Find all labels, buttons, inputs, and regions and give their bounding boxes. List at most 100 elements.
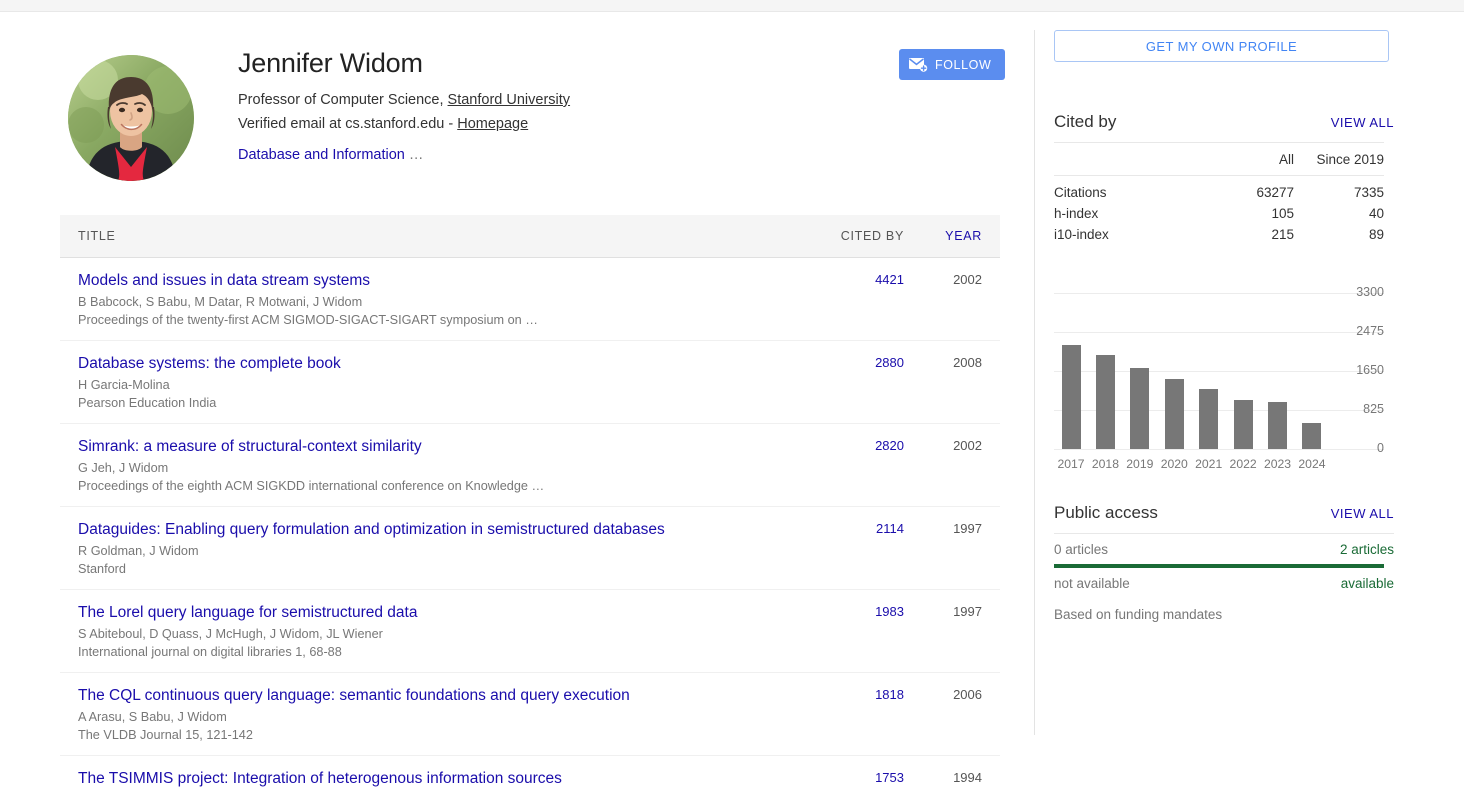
publication-year: 2008 [953,355,982,370]
chart-bar-slot [1226,293,1260,449]
table-row: The TSIMMIS project: Integration of hete… [60,756,1000,790]
get-my-own-profile-button[interactable]: GET MY OWN PROFILE [1054,30,1389,62]
chart-y-tick-label: 0 [1377,441,1384,455]
metric-value-all: 105 [1271,206,1294,221]
metric-label: h-index [1054,206,1099,221]
publication-year: 2006 [953,687,982,702]
publication-year: 1997 [953,521,982,536]
chart-bar-slot [1295,293,1329,449]
cited-by-table-body: Citations 63277 7335 h-index 105 40 i10-index 2… [1054,176,1384,246]
cited-by-table: All Since 2019 Citations 63277 7335 h-index… [1054,142,1384,245]
chart-x-tick-label[interactable]: 2017 [1054,457,1088,471]
publication-cited-by-count[interactable]: 1983 [794,602,904,661]
metrics-blank-header [1054,142,1204,176]
publication-year: 2002 [953,438,982,453]
metric-label: i10-index [1054,227,1109,242]
publications-list: Models and issues in data stream systems… [60,258,1000,790]
interest-link-database[interactable]: Database and Information [238,147,405,163]
chart-bar-slot [1192,293,1226,449]
column-header-all: All [1204,142,1294,176]
publication-title-link[interactable]: Simrank: a measure of structural-context… [78,436,782,457]
chart-bar[interactable] [1095,354,1115,449]
public-access-counts-row: 0 articles 2 articles [1054,533,1394,563]
public-access-title: Public access [1054,503,1158,522]
publication-details: Dataguides: Enabling query formulation a… [78,519,794,578]
chart-bar[interactable] [1130,367,1150,449]
publication-details: Simrank: a measure of structural-context… [78,436,794,495]
affiliation-link[interactable]: Stanford University [448,92,571,108]
metric-value-all: 63277 [1256,185,1294,200]
chart-x-tick-label[interactable]: 2019 [1123,457,1157,471]
chart-bar[interactable] [1268,402,1288,449]
chart-x-tick-label[interactable]: 2018 [1088,457,1122,471]
publication-cited-by-count[interactable]: 1818 [794,685,904,744]
column-divider [1034,30,1035,735]
public-access-not-available-label: not available [1054,576,1130,591]
chart-x-tick-label[interactable]: 2022 [1226,457,1260,471]
chart-x-tick-label[interactable]: 2024 [1295,457,1329,471]
chart-y-tick-label: 3300 [1356,285,1384,299]
follow-button[interactable]: FOLLOW [899,49,1006,80]
public-access-not-available-count: 0 articles [1054,542,1109,557]
chart-bar[interactable] [1302,422,1322,449]
table-row: Database systems: the complete book H Gar… [60,341,1000,424]
envelope-plus-icon [909,57,928,72]
publication-title-link[interactable]: The Lorel query language for semistructu… [78,602,782,623]
chart-bar[interactable] [1061,344,1081,449]
publication-details: Models and issues in data stream systems… [78,270,794,329]
affiliation-text: Professor of Computer Science, [238,92,448,108]
chart-bars [1054,293,1329,449]
publication-title-link[interactable]: The CQL continuous query language: seman… [78,685,782,706]
interests-ellipsis: … [408,147,424,163]
homepage-link[interactable]: Homepage [457,116,528,132]
chart-bar[interactable] [1233,399,1253,449]
column-header-year[interactable]: YEAR [904,229,982,243]
publication-authors: H Garcia-Molina [78,378,170,392]
chart-x-tick-label[interactable]: 2023 [1261,457,1295,471]
publication-cited-by-count[interactable]: 4421 [794,270,904,329]
cited-by-view-all-link[interactable]: VIEW ALL [1331,115,1394,130]
publication-authors: S Abiteboul, D Quass, J McHugh, J Widom,… [78,627,383,641]
table-header-row: All Since 2019 [1054,142,1384,176]
publication-details: The CQL continuous query language: seman… [78,685,794,744]
public-access-panel-header: Public access VIEW ALL [1054,503,1394,533]
metric-value-since: 40 [1368,206,1384,221]
metric-row: h-index 105 40 [1054,203,1384,224]
verified-email-text: Verified email at cs.stanford.edu - [238,116,458,132]
publication-cited-by-count[interactable]: 1753 [794,768,904,790]
chart-y-tick-label: 2475 [1356,324,1384,338]
cited-by-title: Cited by [1054,112,1117,131]
metric-value-since: 7335 [1353,185,1384,200]
column-header-title: TITLE [78,229,116,243]
public-access-available-count[interactable]: 2 articles [1340,542,1394,557]
scholar-profile-page: Jennifer Widom Professor of Computer Sci… [0,0,1464,790]
profile-header: Jennifer Widom Professor of Computer Sci… [60,30,1006,215]
publication-venue: Proceedings of the eighth ACM SIGKDD int… [78,479,545,493]
publication-title-link[interactable]: Models and issues in data stream systems [78,270,782,291]
page-title: Jennifer Widom [238,48,423,78]
public-access-view-all-link[interactable]: VIEW ALL [1331,506,1394,521]
email-line: Verified email at cs.stanford.edu - Home… [238,112,838,136]
chart-x-tick-label[interactable]: 2021 [1192,457,1226,471]
public-access-panel: Public access VIEW ALL 0 articles 2 arti… [1054,503,1394,622]
chart-x-tick-label[interactable]: 2020 [1157,457,1191,471]
publication-cited-by-count[interactable]: 2820 [794,436,904,495]
publication-title-link[interactable]: The TSIMMIS project: Integration of hete… [78,768,782,789]
chart-bar[interactable] [1199,389,1219,449]
publication-cited-by-count[interactable]: 2114 [794,519,904,578]
publication-venue: The VLDB Journal 15, 121-142 [78,728,253,742]
chart-bar-slot [1123,293,1157,449]
publication-details: The TSIMMIS project: Integration of hete… [78,768,794,790]
publication-authors: G Jeh, J Widom [78,461,169,475]
publication-cited-by-count[interactable]: 2880 [794,353,904,412]
cited-by-panel: Cited by VIEW ALL All Since 2019 Citatio… [1054,112,1394,471]
table-row: Simrank: a measure of structural-context… [60,424,1000,507]
chart-bar[interactable] [1164,378,1184,449]
affiliation-line: Professor of Computer Science, Stanford … [238,88,838,112]
publication-title-link[interactable]: Dataguides: Enabling query formulation a… [78,519,782,540]
metric-row: i10-index 215 89 [1054,224,1384,245]
profile-info: Jennifer Widom Professor of Computer Sci… [238,46,838,165]
publication-authors: B Babcock, S Babu, M Datar, R Motwani, J… [78,295,363,309]
publication-title-link[interactable]: Database systems: the complete book [78,353,782,374]
publications-table: TITLE CITED BY YEAR Models and issues in… [60,215,1000,790]
